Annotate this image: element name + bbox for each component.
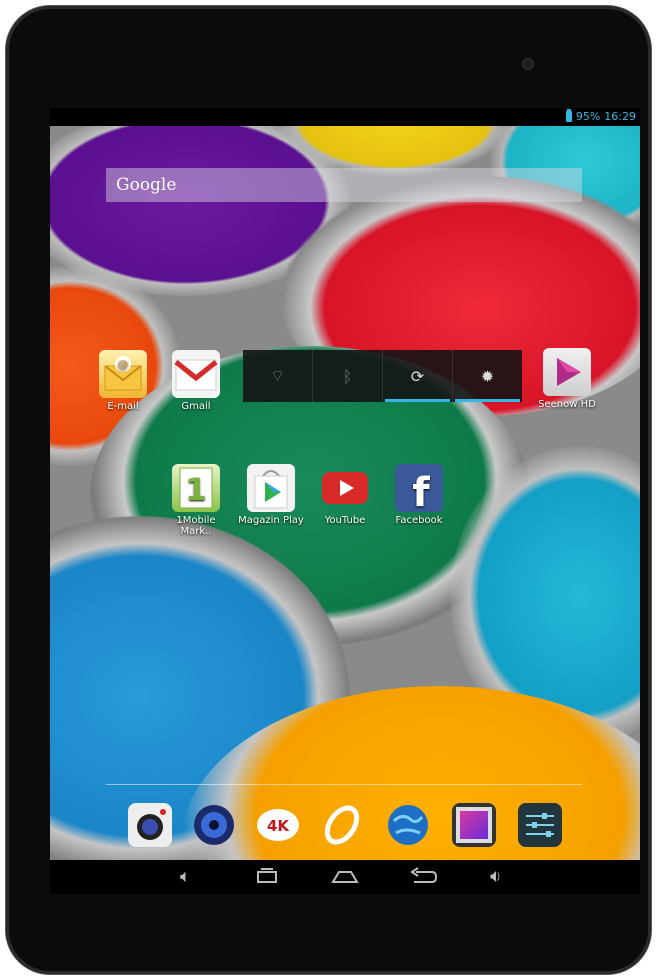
facebook-icon: f <box>395 464 443 516</box>
brightness-toggle[interactable]: ✹ <box>453 350 522 402</box>
app-email[interactable]: @ E-mail <box>88 350 158 412</box>
app-label: 1Mobile Mark.. <box>176 515 216 537</box>
tablet-frame: 95% 16:29 Google @ E-mail Gmail ⌔ ᛒ ⟳ ✹ … <box>6 6 651 974</box>
power-control-widget: ⌔ ᛒ ⟳ ✹ <box>243 350 522 402</box>
svg-text:4K: 4K <box>267 817 290 835</box>
app-label: Gmail <box>181 401 211 412</box>
bluetooth-icon: ᛒ <box>342 366 353 386</box>
wifi-icon: ⌔ <box>269 366 286 385</box>
back-icon[interactable] <box>408 866 438 891</box>
gmail-icon <box>172 350 220 398</box>
clock: 16:29 <box>604 110 636 123</box>
app-label: Seenow HD <box>538 399 596 410</box>
dock-camera-icon[interactable] <box>128 803 172 847</box>
front-camera <box>522 58 534 70</box>
email-icon: @ <box>99 350 147 398</box>
app-gmail[interactable]: Gmail <box>161 350 231 412</box>
youtube-icon <box>321 464 369 512</box>
battery-icon <box>565 109 572 122</box>
navigation-bar: 🔈︎ 🔉︎ <box>50 860 640 894</box>
dock-globe-icon[interactable] <box>386 803 430 847</box>
svg-text:f: f <box>412 470 430 512</box>
app-label: Magazin Play <box>238 515 304 526</box>
sync-toggle[interactable]: ⟳ <box>383 350 453 402</box>
volume-up-icon[interactable]: 🔉︎ <box>490 866 501 887</box>
recent-apps-icon[interactable] <box>254 866 280 891</box>
app-label: Facebook <box>395 515 443 526</box>
seenow-icon <box>543 348 591 396</box>
volume-down-icon[interactable]: 🔈︎ <box>180 866 191 887</box>
app-youtube[interactable]: YouTube <box>310 464 380 526</box>
app-label: YouTube <box>324 515 366 526</box>
bluetooth-toggle[interactable]: ᛒ <box>313 350 383 402</box>
dock-video-4k-icon[interactable]: 4K <box>256 803 300 847</box>
svg-text:1: 1 <box>186 473 207 508</box>
wifi-toggle[interactable]: ⌔ <box>243 350 313 402</box>
1mobile-icon: 1 <box>172 464 220 512</box>
status-bar[interactable]: 95% 16:29 <box>50 108 640 126</box>
app-seenow[interactable]: Seenow HD <box>532 348 602 410</box>
app-facebook[interactable]: f Facebook <box>384 464 454 526</box>
app-1mobile[interactable]: 1 1Mobile Mark.. <box>161 464 231 537</box>
status-indicators: 95% 16:29 <box>565 109 636 123</box>
dock-divider <box>106 784 582 785</box>
brightness-icon: ✹ <box>480 366 495 386</box>
battery-level: 95% <box>575 110 601 123</box>
dock-music-icon[interactable] <box>192 803 236 847</box>
home-icon[interactable] <box>330 866 360 891</box>
wallpaper: Google @ E-mail Gmail ⌔ ᛒ ⟳ ✹ Seenow HD … <box>50 126 640 860</box>
dock-settings-icon[interactable] <box>518 803 562 847</box>
app-label: E-mail <box>107 401 139 412</box>
svg-text:@: @ <box>118 358 129 371</box>
play-store-icon <box>247 464 295 512</box>
app-play-store[interactable]: Magazin Play <box>236 464 306 526</box>
dock-browser-swirl-icon[interactable] <box>320 803 364 847</box>
sync-icon: ⟳ <box>410 366 425 386</box>
screen: 95% 16:29 Google @ E-mail Gmail ⌔ ᛒ ⟳ ✹ … <box>50 108 640 894</box>
dock-gallery-icon[interactable] <box>452 803 496 847</box>
google-search-bar[interactable]: Google <box>106 168 582 202</box>
